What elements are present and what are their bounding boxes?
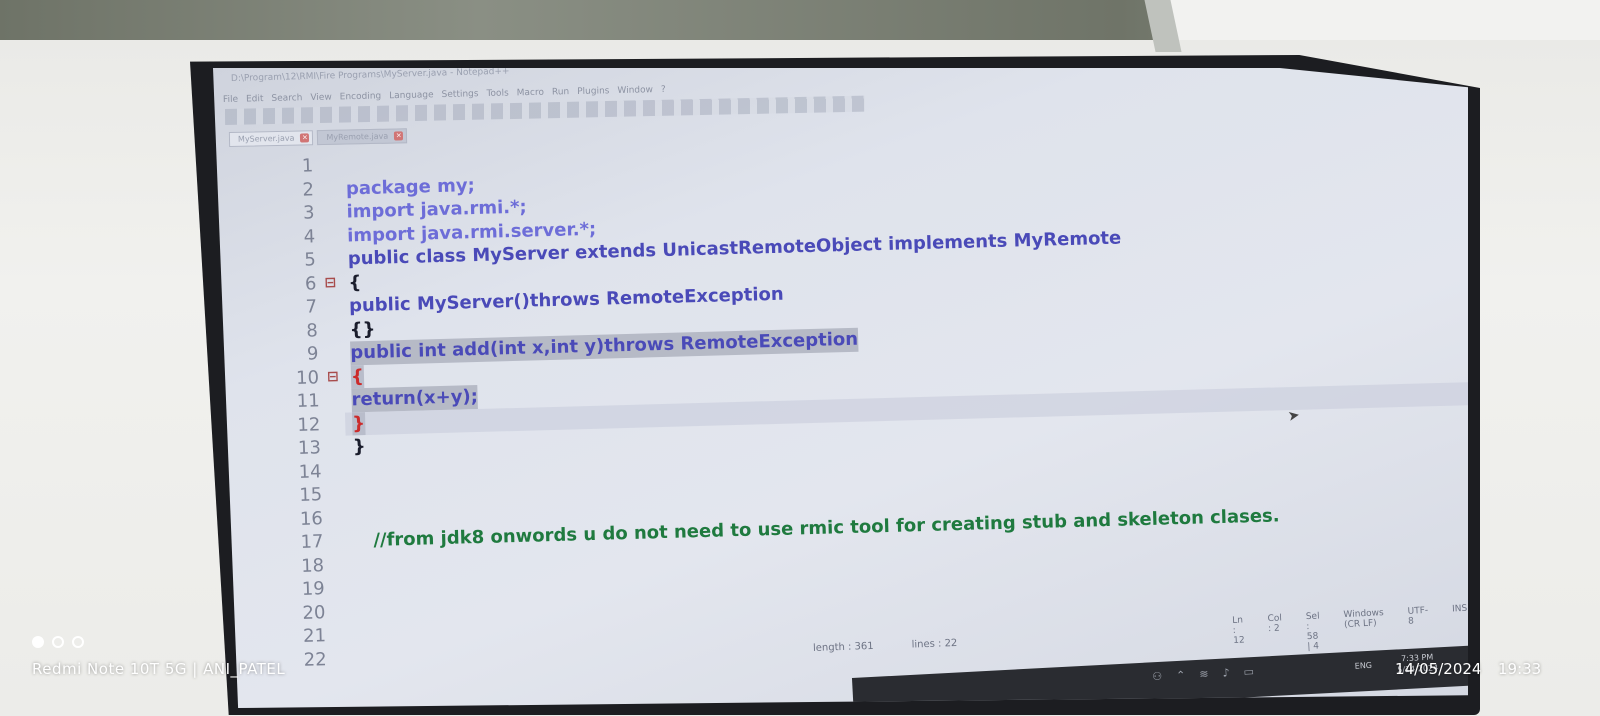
- line-number: 1: [301, 155, 314, 177]
- line-number: 14: [298, 460, 322, 483]
- line-number: 2: [302, 178, 315, 201]
- tab-bar: MyServer.java × MyRemote.java ×: [228, 128, 408, 147]
- tab-myremote[interactable]: MyRemote.java ×: [317, 128, 408, 146]
- speaker-icon[interactable]: ♪: [1222, 666, 1230, 679]
- line-number: 9: [306, 343, 319, 365]
- code-text: {}: [349, 318, 376, 340]
- line-number: 16: [299, 507, 324, 530]
- line-number: 17: [300, 531, 324, 553]
- line-number: 12: [297, 413, 321, 436]
- line-number: 10: [295, 366, 320, 389]
- code-editor[interactable]: 1 2 package my; 3 import java.rmi.*; 4 impo…: [253, 124, 1468, 673]
- camera-time: 19:33: [1498, 660, 1542, 678]
- menu-macro[interactable]: Macro: [517, 88, 544, 99]
- menu-window[interactable]: Window: [617, 85, 653, 96]
- status-col: Col : 2: [1267, 613, 1283, 635]
- window-title: D:\Program\12\RMI\Fire Programs\MyServer…: [230, 68, 510, 84]
- dot-icon: [52, 636, 64, 648]
- status-sel: Sel : 58 | 4: [1305, 611, 1320, 653]
- mouse-cursor-icon: ➤: [1286, 407, 1302, 425]
- line-number: 13: [297, 437, 322, 459]
- camera-dots: [32, 636, 84, 648]
- menu-search[interactable]: Search: [271, 93, 302, 104]
- tab-label: MyServer.java: [237, 133, 295, 144]
- code-text: {: [350, 364, 365, 389]
- wifi-icon[interactable]: ≋: [1199, 667, 1209, 680]
- code-text: package my;: [345, 174, 476, 199]
- menu-settings[interactable]: Settings: [442, 89, 479, 100]
- camera-watermark: Redmi Note 10T 5G | ANI_PATEL: [32, 660, 286, 678]
- status-eol: Windows (CR LF): [1343, 608, 1384, 631]
- line-number: 4: [303, 225, 316, 248]
- close-icon[interactable]: ×: [394, 131, 404, 141]
- status-lines: lines : 22: [911, 637, 958, 651]
- dot-icon: [32, 636, 44, 648]
- line-number: 18: [300, 554, 325, 577]
- tab-myserver[interactable]: MyServer.java ×: [228, 130, 314, 147]
- line-number: 5: [304, 249, 317, 271]
- line-number: 6: [304, 272, 317, 295]
- line-number: 20: [302, 601, 326, 624]
- menu-encoding[interactable]: Encoding: [340, 91, 382, 102]
- camera-date: 14/05/2024: [1395, 660, 1482, 678]
- line-number: 8: [306, 319, 319, 342]
- code-text: }: [351, 411, 366, 436]
- chevron-up-icon[interactable]: ⌃: [1176, 669, 1186, 682]
- status-mode: INS: [1451, 603, 1468, 615]
- code-text-selected: return(x+y);: [351, 385, 479, 412]
- wall-light-area: [1170, 0, 1600, 40]
- dot-icon: [72, 636, 84, 648]
- menu-tools[interactable]: Tools: [486, 89, 508, 100]
- menu-help[interactable]: ?: [661, 85, 666, 95]
- language-indicator[interactable]: ENG: [1355, 661, 1373, 671]
- status-ln: Ln : 12: [1231, 615, 1245, 646]
- menu-view[interactable]: View: [310, 93, 332, 103]
- line-number: 19: [301, 578, 326, 600]
- battery-icon[interactable]: ▭: [1243, 665, 1254, 679]
- fold-icon[interactable]: ⊟: [327, 365, 339, 389]
- tab-label: MyRemote.java: [326, 131, 389, 142]
- tray-icons: ⚇ ⌃ ≋ ♪ ▭: [1152, 665, 1254, 683]
- status-encoding: UTF-8: [1407, 605, 1429, 627]
- menu-plugins[interactable]: Plugins: [577, 86, 609, 97]
- line-number: 11: [296, 390, 320, 412]
- people-icon[interactable]: ⚇: [1152, 670, 1163, 683]
- status-length: length : 361: [812, 640, 874, 654]
- menu-run[interactable]: Run: [552, 87, 569, 97]
- menu-file[interactable]: File: [223, 95, 238, 105]
- line-number: 15: [299, 484, 323, 506]
- code-text: {: [348, 271, 362, 293]
- line-number: 3: [302, 202, 315, 224]
- menu-edit[interactable]: Edit: [246, 94, 264, 104]
- close-icon[interactable]: ×: [300, 133, 310, 143]
- fold-icon[interactable]: ⊟: [324, 271, 336, 295]
- monitor-screen: D:\Program\12\RMI\Fire Programs\MyServer…: [213, 68, 1468, 708]
- line-number: 21: [302, 625, 327, 647]
- line-number: 7: [305, 296, 318, 318]
- menu-language[interactable]: Language: [389, 90, 434, 101]
- code-text: }: [352, 436, 367, 458]
